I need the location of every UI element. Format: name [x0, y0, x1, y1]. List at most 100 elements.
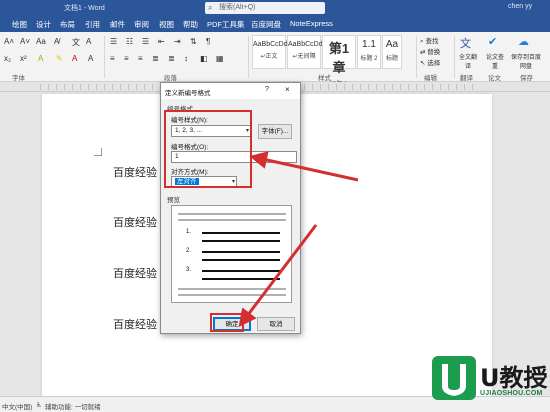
find-button[interactable]: ⌕ 查找 — [420, 35, 438, 46]
tab-pdf-tools[interactable]: PDF工具集 — [207, 19, 245, 30]
tab-noteexpress[interactable]: NoteExpress — [290, 19, 333, 28]
ribbon-divider — [104, 36, 105, 78]
group-label-translate: 翻译 — [460, 75, 473, 82]
char-shading-icon[interactable]: A — [88, 54, 93, 63]
preview-line — [178, 288, 286, 290]
select-button[interactable]: ↖ 选择 — [420, 57, 440, 67]
preview-number: 1. — [186, 229, 192, 235]
preview-line — [178, 294, 286, 296]
style-heading-1[interactable]: 第1章 标题 1 — [322, 35, 356, 88]
style-normal[interactable]: AaBbCcDd ↵正文 — [252, 35, 288, 69]
close-icon[interactable]: × — [285, 85, 290, 94]
align-left-icon[interactable]: ≡ — [110, 54, 115, 63]
text-effect-icon[interactable]: A — [38, 54, 43, 63]
preview-line — [202, 232, 280, 234]
search-icon: ⌕ — [208, 3, 213, 12]
style-no-spacing[interactable]: AaBbCcDd ↵无间隔 — [287, 35, 323, 69]
replace-button[interactable]: ⇄ 替换 — [420, 46, 440, 56]
preview-line — [202, 251, 280, 253]
section-preview: 预览 — [167, 197, 180, 204]
ribbon-divider — [454, 36, 455, 78]
style-name: ↵无间隔 — [292, 54, 316, 60]
replace-label: 替换 — [427, 49, 441, 56]
ribbon-divider — [416, 36, 417, 78]
tab-review[interactable]: 审阅 — [134, 19, 149, 30]
style-title[interactable]: Aa 标题 — [382, 35, 402, 69]
group-label-paper: 论文 — [488, 75, 501, 82]
annotation-highlight-box — [164, 110, 252, 188]
replace-icon: ⇄ — [420, 49, 426, 56]
increase-indent-icon[interactable]: ⇥ — [174, 37, 181, 46]
preview-line — [202, 240, 280, 242]
paper-check-icon[interactable]: ✔ — [488, 35, 497, 48]
numbering-preview: 1. 2. 3. — [171, 205, 292, 303]
multilevel-list-icon[interactable]: ☰ — [142, 37, 149, 46]
highlight-icon[interactable]: ✎ — [56, 54, 63, 63]
style-name: 标题 2 — [360, 56, 378, 62]
sort-icon[interactable]: ⇅ — [190, 37, 197, 46]
translate-label[interactable]: 全文翻译 — [457, 52, 479, 70]
watermark-logo: U教授 UJIAOSHOU.COM — [432, 356, 548, 408]
subscript-icon[interactable]: x₂ — [4, 54, 11, 63]
tab-baidu-netdisk[interactable]: 百度网盘 — [251, 19, 281, 30]
tab-design[interactable]: 设计 — [36, 19, 51, 30]
decrease-indent-icon[interactable]: ⇤ — [158, 37, 165, 46]
search-placeholder: 搜索(Alt+Q) — [219, 4, 256, 11]
justify-icon[interactable]: ≣ — [152, 54, 159, 63]
phonetic-icon[interactable]: 文 — [72, 37, 80, 48]
document-paragraph[interactable]: 百度经验 — [113, 164, 157, 180]
preview-number: 3. — [186, 267, 192, 273]
paper-check-label[interactable]: 论文查重 — [484, 52, 506, 70]
cloud-save-icon[interactable]: ☁ — [518, 35, 529, 48]
font-color-icon[interactable]: A — [72, 54, 77, 63]
bullets-icon[interactable]: ☰ — [110, 37, 117, 46]
search-icon: ⌕ — [420, 38, 424, 45]
dialog-title-bar[interactable]: 定义新编号格式 ? × — [161, 83, 300, 99]
save-to-netdisk-label[interactable]: 保存到百度网盘 — [510, 52, 542, 70]
distributed-icon[interactable]: ≣ — [168, 54, 175, 63]
tab-draw[interactable]: 绘图 — [12, 19, 27, 30]
style-sample: 1.1 — [362, 39, 376, 50]
numbering-icon[interactable]: ☷ — [126, 37, 133, 46]
style-sample: AaBbCcDd — [288, 41, 323, 48]
show-marks-icon[interactable]: ¶ — [206, 37, 210, 46]
borders-icon[interactable]: ▦ — [216, 54, 224, 63]
style-heading-2[interactable]: 1.1 标题 2 — [357, 35, 381, 69]
shading-icon[interactable]: ◧ — [200, 54, 208, 63]
style-name: 标题 — [385, 56, 398, 62]
help-icon[interactable]: ? — [265, 86, 269, 93]
preview-line — [202, 270, 280, 272]
tab-references[interactable]: 引用 — [85, 19, 100, 30]
group-label-editing: 编辑 — [424, 75, 437, 82]
document-paragraph[interactable]: 百度经验 — [113, 214, 157, 230]
preview-line — [202, 259, 280, 261]
user-name[interactable]: chen yy — [508, 3, 532, 10]
line-spacing-icon[interactable]: ↕ — [184, 54, 188, 63]
search-box[interactable]: ⌕ 搜索(Alt+Q) — [205, 2, 325, 14]
superscript-icon[interactable]: x² — [20, 54, 27, 63]
preview-line — [178, 213, 286, 215]
style-sample: 第1章 — [328, 41, 350, 75]
preview-line — [202, 278, 280, 280]
document-paragraph[interactable]: 百度经验 — [113, 316, 157, 332]
accessibility-status[interactable]: 辅助功能: 一切就绪 — [45, 401, 101, 411]
char-border-icon[interactable]: A — [86, 37, 91, 46]
document-paragraph[interactable]: 百度经验 — [113, 265, 157, 281]
font-button[interactable]: 字体(F)... — [258, 124, 292, 139]
change-case-icon[interactable]: Aa — [36, 37, 46, 46]
tab-mailings[interactable]: 邮件 — [110, 19, 125, 30]
tab-layout[interactable]: 布局 — [60, 19, 75, 30]
language-status[interactable]: 中文(中国) — [2, 401, 32, 411]
decrease-font-icon[interactable]: A˅ — [20, 37, 30, 46]
clear-format-icon[interactable]: A̸ — [54, 37, 59, 46]
align-center-icon[interactable]: ≡ — [124, 54, 129, 63]
ribbon-divider — [248, 36, 249, 78]
align-right-icon[interactable]: ≡ — [138, 54, 143, 63]
cancel-button[interactable]: 取消 — [257, 317, 295, 331]
increase-font-icon[interactable]: A˄ — [4, 37, 14, 46]
tab-help[interactable]: 帮助 — [183, 19, 198, 30]
dialog-title: 定义新编号格式 — [165, 90, 211, 97]
translate-icon[interactable]: 文 — [460, 35, 471, 51]
select-label: 选择 — [427, 60, 441, 67]
tab-view[interactable]: 视图 — [159, 19, 174, 30]
